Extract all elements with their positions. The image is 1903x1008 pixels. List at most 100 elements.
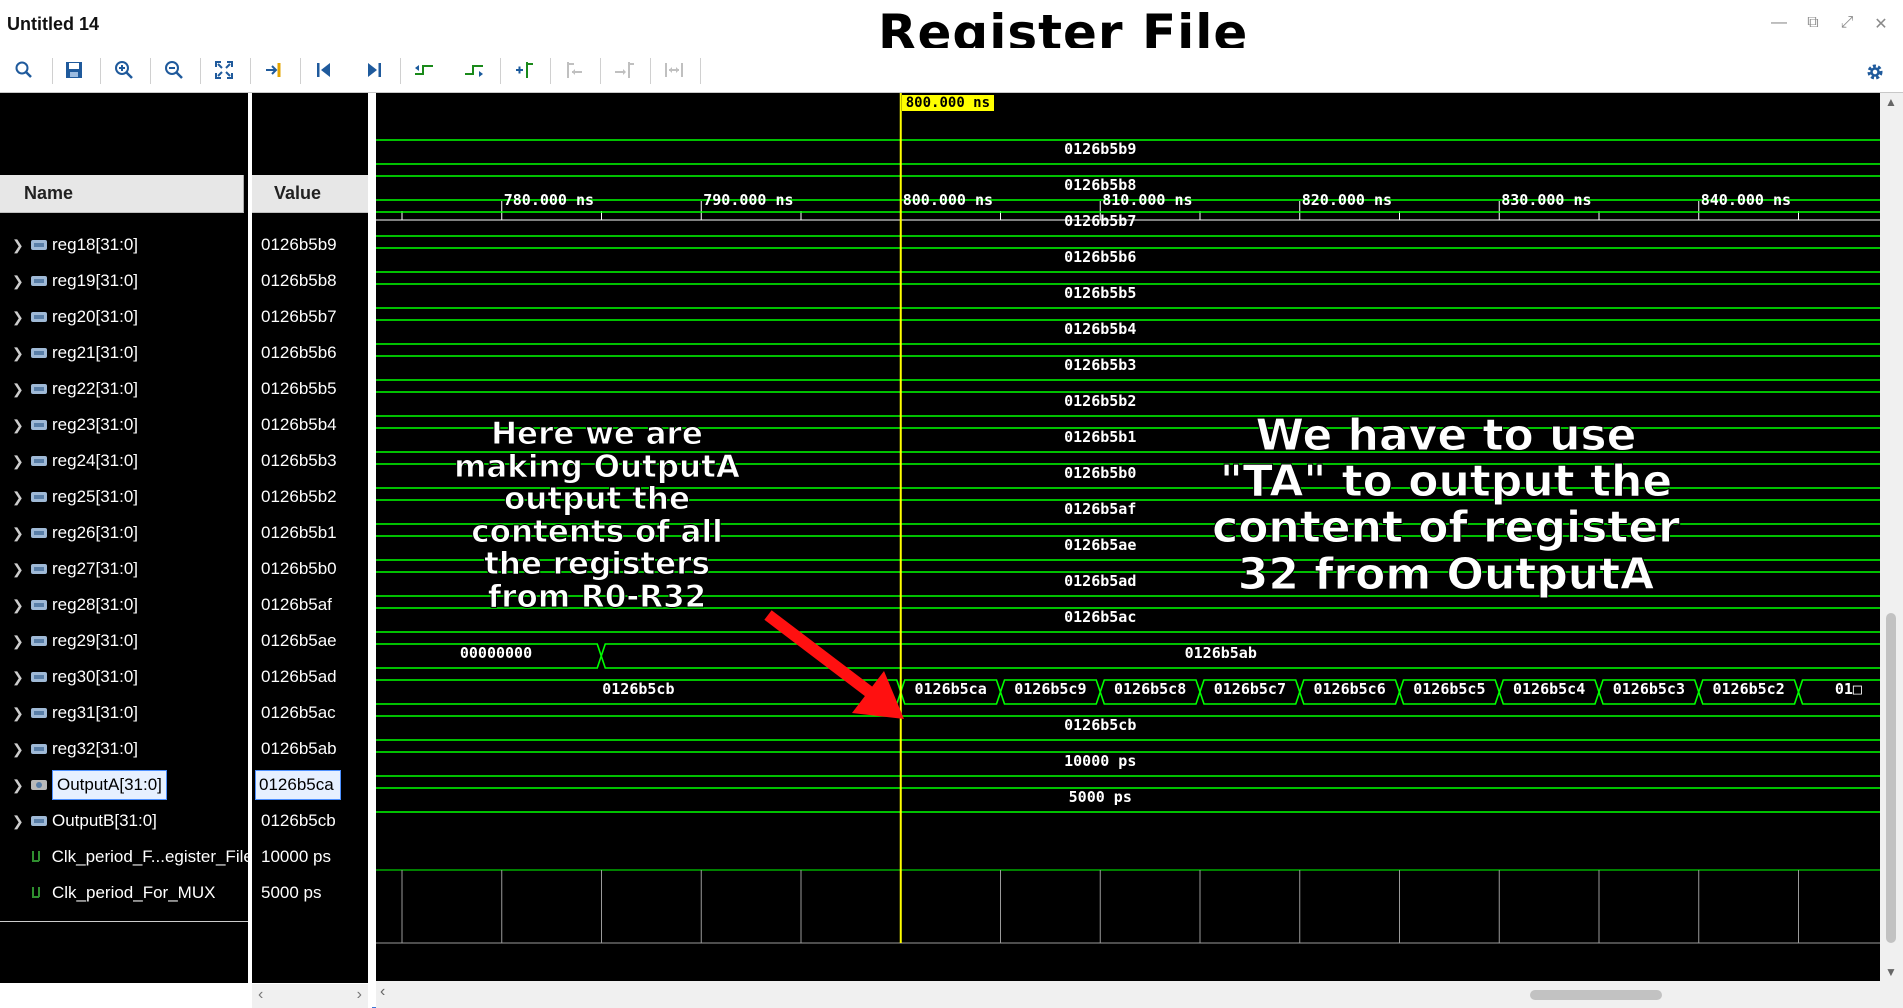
signal-value[interactable]: 0126b5b2 (252, 479, 368, 515)
signal-value[interactable]: 10000 ps (252, 839, 368, 875)
waveform-value-label: 0126b5af (1064, 500, 1137, 518)
bus-signal-icon (30, 634, 48, 648)
close-icon[interactable]: ✕ (1873, 14, 1889, 34)
previous-transition-icon[interactable] (408, 54, 440, 86)
toolbar-separator (300, 58, 301, 84)
signal-row[interactable]: ❯ reg18[31:0] (0, 227, 248, 263)
go-to-end-icon[interactable] (358, 54, 390, 86)
chevron-right-icon[interactable]: ❯ (12, 525, 30, 542)
signal-value[interactable]: 0126b5ac (252, 695, 368, 731)
restore-icon[interactable]: ⧉ (1805, 14, 1821, 34)
value-column-hscrollbar[interactable]: ‹ › (252, 984, 368, 1008)
signal-value[interactable]: 0126b5b3 (252, 443, 368, 479)
signal-value[interactable]: 0126b5ad (252, 659, 368, 695)
scroll-up-icon[interactable]: ▲ (1885, 95, 1897, 109)
signal-value[interactable]: 0126b5b0 (252, 551, 368, 587)
minimize-icon[interactable]: — (1771, 14, 1787, 34)
bus-signal-icon (30, 274, 48, 288)
signal-row[interactable]: ❯ OutputA[31:0] (0, 767, 248, 803)
signal-value[interactable]: 0126b5ca (252, 767, 368, 803)
chevron-right-icon[interactable]: ❯ (12, 813, 30, 830)
signal-value[interactable]: 0126b5b7 (252, 299, 368, 335)
signal-value-text: 0126b5ac (261, 703, 336, 722)
waveform-pane[interactable]: 800.000 ns 780.000 ns 790.000 ns 800.000 n… (376, 93, 1880, 981)
signal-row[interactable]: ❯ reg29[31:0] (0, 623, 248, 659)
vscroll-thumb[interactable] (1886, 613, 1896, 943)
cursor-time-flag[interactable]: 800.000 ns (901, 95, 995, 111)
signal-value[interactable]: 5000 ps (252, 875, 368, 911)
zoom-out-icon[interactable] (158, 54, 190, 86)
swap-cursors-icon[interactable] (658, 54, 690, 86)
signal-value[interactable]: 0126b5b8 (252, 263, 368, 299)
save-icon[interactable] (58, 54, 90, 86)
search-icon[interactable] (8, 54, 40, 86)
signal-value[interactable]: 0126b5cb (252, 803, 368, 839)
chevron-right-icon[interactable]: ❯ (12, 561, 30, 578)
add-marker-icon[interactable] (508, 54, 540, 86)
scroll-left-icon[interactable]: ‹ (258, 986, 263, 1004)
signal-row[interactable]: ❯ OutputB[31:0] (0, 803, 248, 839)
chevron-right-icon[interactable]: ❯ (12, 633, 30, 650)
signal-row[interactable]: ❯ reg27[31:0] (0, 551, 248, 587)
next-marker-icon[interactable] (608, 54, 640, 86)
zoom-in-icon[interactable] (108, 54, 140, 86)
signal-value[interactable]: 0126b5ab (252, 731, 368, 767)
signal-row[interactable]: ❯ reg20[31:0] (0, 299, 248, 335)
waveform-vscrollbar[interactable]: ▲ ▼ (1880, 93, 1903, 981)
signal-row[interactable]: ❯ reg26[31:0] (0, 515, 248, 551)
maximize-icon[interactable]: ⤢ (1839, 14, 1855, 34)
chevron-right-icon[interactable]: ❯ (12, 777, 30, 794)
chevron-right-icon[interactable]: ❯ (12, 741, 30, 758)
signal-row[interactable]: Clk_period_F...egister_File (0, 839, 248, 875)
signal-row[interactable]: ❯ reg31[31:0] (0, 695, 248, 731)
signal-value[interactable]: 0126b5b4 (252, 407, 368, 443)
signal-value[interactable]: 0126b5af (252, 587, 368, 623)
chevron-right-icon[interactable]: ❯ (12, 273, 30, 290)
name-column-header[interactable]: Name (0, 175, 244, 213)
settings-icon[interactable] (1859, 56, 1891, 88)
chevron-right-icon[interactable]: ❯ (12, 669, 30, 686)
waveform-value-label: 0126b5c8 (1114, 680, 1187, 698)
chevron-right-icon[interactable]: ❯ (12, 597, 30, 614)
chevron-right-icon[interactable]: ❯ (12, 705, 30, 722)
scroll-left-icon[interactable]: ‹ (380, 983, 385, 1001)
waveform-hscrollbar[interactable]: ‹ (376, 981, 1903, 1008)
previous-marker-icon[interactable] (558, 54, 590, 86)
chevron-right-icon[interactable]: ❯ (12, 345, 30, 362)
waveform-value-label: 0126b5c7 (1213, 680, 1286, 698)
chevron-right-icon[interactable]: ❯ (12, 453, 30, 470)
signal-value[interactable]: 0126b5b6 (252, 335, 368, 371)
signal-row[interactable]: ❯ reg24[31:0] (0, 443, 248, 479)
next-transition-icon[interactable] (458, 54, 490, 86)
chevron-right-icon[interactable]: ❯ (12, 237, 30, 254)
zoom-fit-icon[interactable] (208, 54, 240, 86)
signal-row[interactable]: ❯ reg25[31:0] (0, 479, 248, 515)
signal-row[interactable]: ❯ reg30[31:0] (0, 659, 248, 695)
hscroll-thumb[interactable] (1530, 990, 1662, 1000)
waveform-value-label: 01□ (1834, 680, 1862, 698)
bus-signal-icon (30, 562, 48, 576)
signal-row[interactable]: ❯ reg32[31:0] (0, 731, 248, 767)
go-to-cursor-icon[interactable] (258, 54, 290, 86)
scroll-right-icon[interactable]: › (357, 986, 362, 1004)
signal-row[interactable]: ❯ reg23[31:0] (0, 407, 248, 443)
signal-row[interactable]: ❯ reg28[31:0] (0, 587, 248, 623)
signal-value[interactable]: 0126b5b9 (252, 227, 368, 263)
bus-signal-icon (30, 706, 48, 720)
chevron-right-icon[interactable]: ❯ (12, 309, 30, 326)
chevron-right-icon[interactable]: ❯ (12, 489, 30, 506)
signal-row[interactable]: Clk_period_For_MUX (0, 875, 248, 911)
signal-value[interactable]: 0126b5b1 (252, 515, 368, 551)
signal-value[interactable]: 0126b5b5 (252, 371, 368, 407)
chevron-right-icon[interactable]: ❯ (12, 417, 30, 434)
signal-value[interactable]: 0126b5ae (252, 623, 368, 659)
signal-row[interactable]: ❯ reg22[31:0] (0, 371, 248, 407)
chevron-right-icon[interactable]: ❯ (12, 381, 30, 398)
signal-row[interactable]: ❯ reg19[31:0] (0, 263, 248, 299)
signal-name: OutputA[31:0] (52, 770, 167, 800)
value-column-header[interactable]: Value (252, 175, 368, 213)
toolbar-separator (700, 58, 701, 84)
go-to-start-icon[interactable] (308, 54, 340, 86)
signal-row[interactable]: ❯ reg21[31:0] (0, 335, 248, 371)
scroll-down-icon[interactable]: ▼ (1885, 965, 1897, 979)
